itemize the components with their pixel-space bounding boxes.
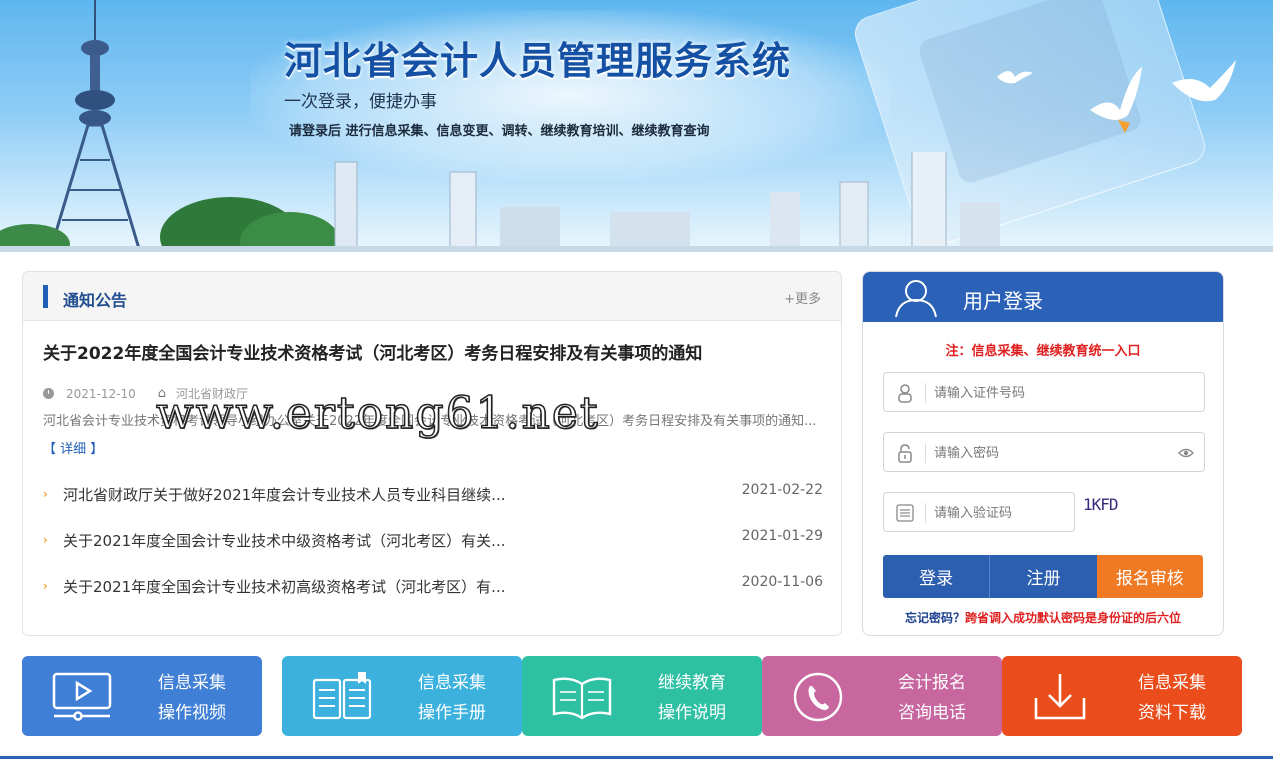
- list-item[interactable]: › 关于2021年度全国会计专业技术中级资格考试（河北考区）有关... 2021…: [43, 526, 823, 572]
- person-icon: [898, 384, 912, 403]
- chevron-right-icon: ›: [43, 533, 48, 547]
- login-header-title: 用户登录: [963, 289, 1043, 313]
- field-divider: [925, 503, 926, 523]
- city-skyline-illustration: [0, 152, 1273, 252]
- notice-item-title[interactable]: 河北省财政厅关于做好2021年度会计专业技术人员专业科目继续...: [63, 484, 505, 505]
- clock-icon: [43, 388, 54, 399]
- chevron-right-icon: ›: [43, 579, 48, 593]
- password-input[interactable]: [934, 442, 1174, 464]
- login-panel: 用户登录 注：信息采集、继续教育统一入口 1KFD: [862, 271, 1224, 636]
- manual-icon: [312, 672, 372, 720]
- tile-label-line2: 咨询电话: [898, 703, 966, 723]
- notice-item-date: 2021-01-29: [741, 528, 823, 544]
- banner-description: 请登录后 进行信息采集、信息变更、调转、继续教育培训、继续教育查询: [289, 124, 710, 139]
- phone-icon: [793, 672, 843, 722]
- login-button-group: 登录 注册 报名审核: [883, 555, 1203, 598]
- tile-label-line1: 信息采集: [1138, 673, 1206, 693]
- captcha-field[interactable]: [883, 492, 1075, 532]
- download-icon: [1034, 674, 1086, 720]
- field-divider: [925, 443, 926, 463]
- tile-info-collection-video[interactable]: 信息采集 操作视频: [22, 656, 262, 736]
- detail-link[interactable]: 【 详细 】: [43, 442, 103, 457]
- tile-info-collection-manual[interactable]: 信息采集 操作手册: [282, 656, 522, 736]
- tile-label-line2: 操作视频: [158, 703, 226, 723]
- tile-label-line2: 资料下载: [1138, 703, 1206, 723]
- banner-slogan: 一次登录，便捷办事: [284, 92, 437, 112]
- forgot-password-link[interactable]: 忘记密码？: [905, 611, 965, 625]
- login-button[interactable]: 登录: [883, 555, 990, 598]
- password-field[interactable]: [883, 432, 1205, 472]
- notice-header: 通知公告 +更多: [23, 272, 841, 321]
- id-number-input[interactable]: [934, 382, 1174, 404]
- tile-label: 继续教育 操作说明: [658, 668, 726, 728]
- captcha-image[interactable]: 1KFD: [1083, 495, 1119, 514]
- notice-item-title[interactable]: 关于2021年度全国会计专业技术中级资格考试（河北考区）有关...: [63, 530, 505, 551]
- tile-label-line1: 信息采集: [418, 673, 486, 693]
- dove-icon: [1090, 67, 1142, 133]
- tile-label: 会计报名 咨询电话: [898, 668, 966, 728]
- tile-label-line1: 继续教育: [658, 673, 726, 693]
- video-player-icon: [52, 672, 112, 721]
- tile-info-collection-download[interactable]: 信息采集 资料下载: [1002, 656, 1242, 736]
- tile-label: 信息采集 操作手册: [418, 668, 486, 728]
- captcha-input[interactable]: [934, 502, 1064, 524]
- tile-label-line1: 信息采集: [158, 673, 226, 693]
- tile-continuing-education-guide[interactable]: 继续教育 操作说明: [522, 656, 762, 736]
- lock-icon: [898, 444, 912, 463]
- id-number-field[interactable]: [883, 372, 1205, 412]
- more-link[interactable]: +更多: [784, 288, 821, 307]
- chevron-right-icon: ›: [43, 487, 48, 501]
- list-item[interactable]: › 关于2021年度全国会计专业技术初高级资格考试（河北考区）有... 2020…: [43, 572, 823, 618]
- watermark-text: www.ertong61.net: [155, 387, 600, 440]
- system-title: 河北省会计人员管理服务系统: [284, 39, 792, 83]
- notice-item-date: 2021-02-22: [741, 482, 823, 498]
- login-header: 用户登录: [863, 272, 1223, 322]
- user-icon: [895, 280, 937, 318]
- notice-item-title[interactable]: 关于2021年度全国会计专业技术初高级资格考试（河北考区）有...: [63, 576, 505, 597]
- dove-icon: [997, 71, 1033, 84]
- notice-list: › 河北省财政厅关于做好2021年度会计专业技术人员专业科目继续... 2021…: [43, 480, 823, 618]
- featured-notice-title[interactable]: 关于2022年度全国会计专业技术资格考试（河北考区）考务日程安排及有关事项的通知: [43, 339, 702, 364]
- notice-panel: 通知公告 +更多 关于2022年度全国会计专业技术资格考试（河北考区）考务日程安…: [22, 271, 842, 636]
- login-note: 注：信息采集、继续教育统一入口: [945, 344, 1141, 359]
- tile-label-line2: 操作说明: [658, 703, 726, 723]
- list-item[interactable]: › 河北省财政厅关于做好2021年度会计专业技术人员专业科目继续... 2021…: [43, 480, 823, 526]
- field-divider: [925, 383, 926, 403]
- registration-review-button[interactable]: 报名审核: [1096, 555, 1203, 598]
- open-book-icon: [552, 677, 612, 720]
- captcha-icon: [896, 504, 914, 522]
- notice-header-title: 通知公告: [63, 291, 128, 310]
- forgot-password-row: 忘记密码？跨省调入成功默认密码是身份证的后六位: [863, 609, 1223, 626]
- tile-label-line2: 操作手册: [418, 703, 486, 723]
- header-banner: 河北省会计人员管理服务系统 一次登录，便捷办事 请登录后 进行信息采集、信息变更…: [0, 0, 1273, 252]
- notice-item-date: 2020-11-06: [741, 574, 823, 590]
- register-button[interactable]: 注册: [989, 555, 1097, 598]
- tile-label: 信息采集 操作视频: [158, 668, 226, 728]
- dove-icon: [1172, 60, 1236, 102]
- default-password-note: 跨省调入成功默认密码是身份证的后六位: [965, 611, 1182, 625]
- tile-label: 信息采集 资料下载: [1138, 668, 1206, 728]
- eye-icon[interactable]: [1178, 446, 1194, 460]
- featured-notice-date: 2021-12-10: [66, 386, 136, 401]
- tile-accounting-registration-hotline[interactable]: 会计报名 咨询电话: [762, 656, 1002, 736]
- tile-label-line1: 会计报名: [898, 673, 966, 693]
- notice-header-accent: [43, 285, 48, 308]
